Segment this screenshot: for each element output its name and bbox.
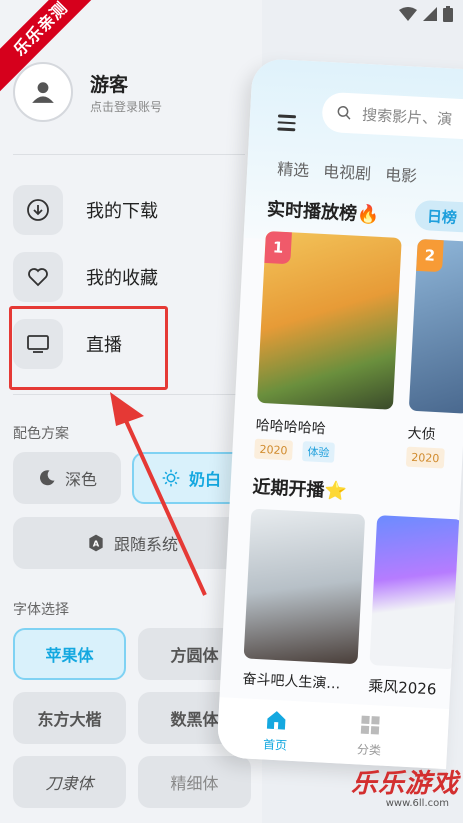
color-scheme-title: 配色方案 <box>13 426 69 442</box>
tab-movie[interactable]: 电影 <box>385 161 418 187</box>
nav-category[interactable]: 分类 <box>357 712 383 758</box>
menu-label: 我的收藏 <box>86 268 158 289</box>
watermark: 乐乐游戏 www.6ll.com <box>343 763 463 823</box>
font-option[interactable]: 刀隶体 <box>13 756 126 808</box>
nav-home[interactable]: 首页 <box>263 708 289 754</box>
font-option[interactable]: 苹果体 <box>13 628 126 680</box>
divider <box>13 154 245 155</box>
grid-icon <box>360 715 380 735</box>
card-title[interactable]: 乘风2026 <box>368 675 437 700</box>
highlight-box <box>9 306 168 390</box>
user-icon <box>32 82 54 103</box>
rank-badge: 1 <box>264 230 292 265</box>
heart-icon <box>28 268 48 287</box>
year-tag: 2020 <box>254 438 294 461</box>
signal-icon <box>423 7 437 21</box>
rank-badge: 2 <box>416 238 444 273</box>
home-icon <box>266 711 286 730</box>
tab-tv[interactable]: 电视剧 <box>323 158 372 184</box>
card-title[interactable]: 奋斗吧人生演… <box>242 668 341 693</box>
moon-icon <box>40 470 55 486</box>
font-option[interactable]: 精细体 <box>138 756 251 808</box>
download-icon <box>27 199 49 221</box>
menu-item-downloads[interactable]: 我的下载 <box>13 184 245 236</box>
tab-featured[interactable]: 精选 <box>277 155 310 181</box>
poster-card[interactable]: 2 <box>408 238 463 414</box>
menu-item-favorites[interactable]: 我的收藏 <box>13 251 245 303</box>
poster-card[interactable]: 1 <box>256 230 402 410</box>
annotation-arrow <box>110 392 207 596</box>
app-preview: 搜索影片、演 精选 电视剧 电影 实时播放榜🔥 日榜 1 2 哈哈哈哈哈 大侦 … <box>216 58 463 770</box>
menu-label: 我的下载 <box>86 201 158 222</box>
status-bar <box>399 6 453 22</box>
menu-icon[interactable] <box>277 114 297 134</box>
font-title: 字体选择 <box>13 602 69 618</box>
poster-card[interactable] <box>369 515 463 670</box>
svg-text:A: A <box>93 538 100 548</box>
wifi-icon <box>399 7 417 21</box>
card-title[interactable]: 哈哈哈哈哈 <box>255 415 326 439</box>
username[interactable]: 游客 <box>90 70 128 97</box>
avatar[interactable] <box>13 62 73 122</box>
bottom-nav: 首页 分类 <box>216 697 450 770</box>
upcoming-title: 近期开播⭐ <box>251 476 348 503</box>
search-icon <box>337 106 351 120</box>
poster-card[interactable] <box>243 508 366 665</box>
card-title[interactable]: 大侦 <box>407 423 436 444</box>
year-tag: 2020 <box>405 446 445 469</box>
watermark-text: 乐乐游戏 <box>350 769 459 799</box>
genre-tag: 体验 <box>301 441 335 463</box>
login-hint[interactable]: 点击登录账号 <box>90 98 162 115</box>
font-option[interactable]: 东方大楷 <box>13 692 126 744</box>
battery-icon <box>443 6 453 22</box>
